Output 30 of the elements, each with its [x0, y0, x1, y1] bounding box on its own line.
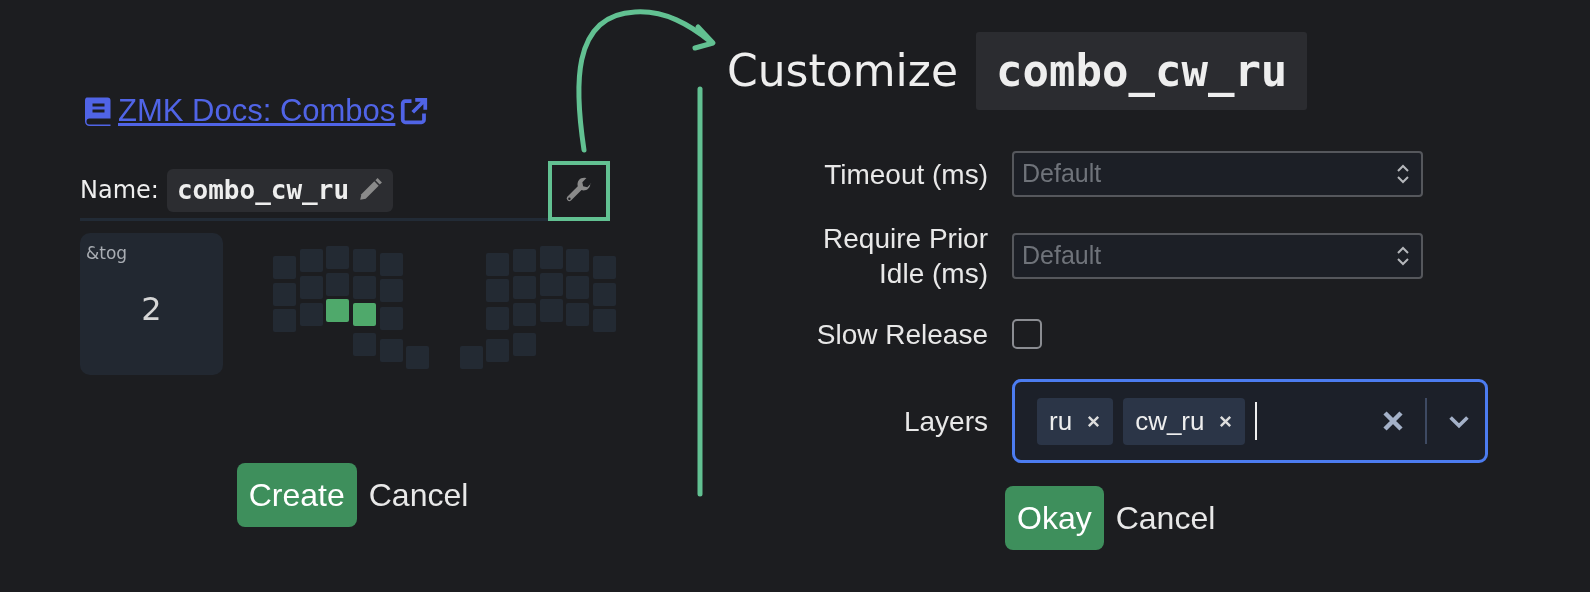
field-label: Layers — [902, 404, 988, 439]
number-input[interactable]: Default — [1020, 153, 1395, 195]
combo-name: combo_cw_ru — [975, 32, 1308, 110]
cancel-button[interactable]: Cancel — [368, 462, 469, 527]
param-value: 2 — [140, 288, 163, 330]
name-label: Name: — [80, 175, 159, 206]
cancel-button[interactable]: Cancel — [1115, 486, 1216, 550]
remove-icon — [1086, 413, 1102, 429]
behavior-label: &tog — [86, 241, 128, 265]
name-field[interactable]: combo_cw_ru — [166, 168, 394, 212]
external-link-icon — [399, 96, 430, 127]
primary-button[interactable]: Okay — [1005, 486, 1104, 550]
number-field[interactable]: Default — [1012, 151, 1423, 197]
spinner-icon — [1395, 245, 1411, 267]
remove-icon — [1218, 413, 1234, 429]
dialog-title: Customize — [727, 44, 958, 98]
tag-chip[interactable]: ru — [1037, 397, 1114, 445]
text-cursor — [1255, 402, 1258, 440]
field-label: Slow Release — [815, 317, 988, 352]
tag-chip[interactable]: cw_ru — [1123, 397, 1246, 445]
primary-button[interactable]: Create — [236, 462, 357, 527]
multi-select-field[interactable]: ru cw_ru — [1012, 379, 1488, 463]
field-label: Require Prior Idle (ms) — [822, 222, 988, 291]
number-input[interactable]: Default — [1020, 235, 1395, 277]
spinner-icon — [1395, 163, 1411, 185]
checkbox[interactable] — [1012, 319, 1042, 349]
pencil-icon — [357, 177, 384, 203]
number-field[interactable]: Default — [1012, 233, 1423, 279]
field-label: Timeout (ms) — [823, 157, 988, 192]
clear-icon — [1381, 409, 1405, 433]
